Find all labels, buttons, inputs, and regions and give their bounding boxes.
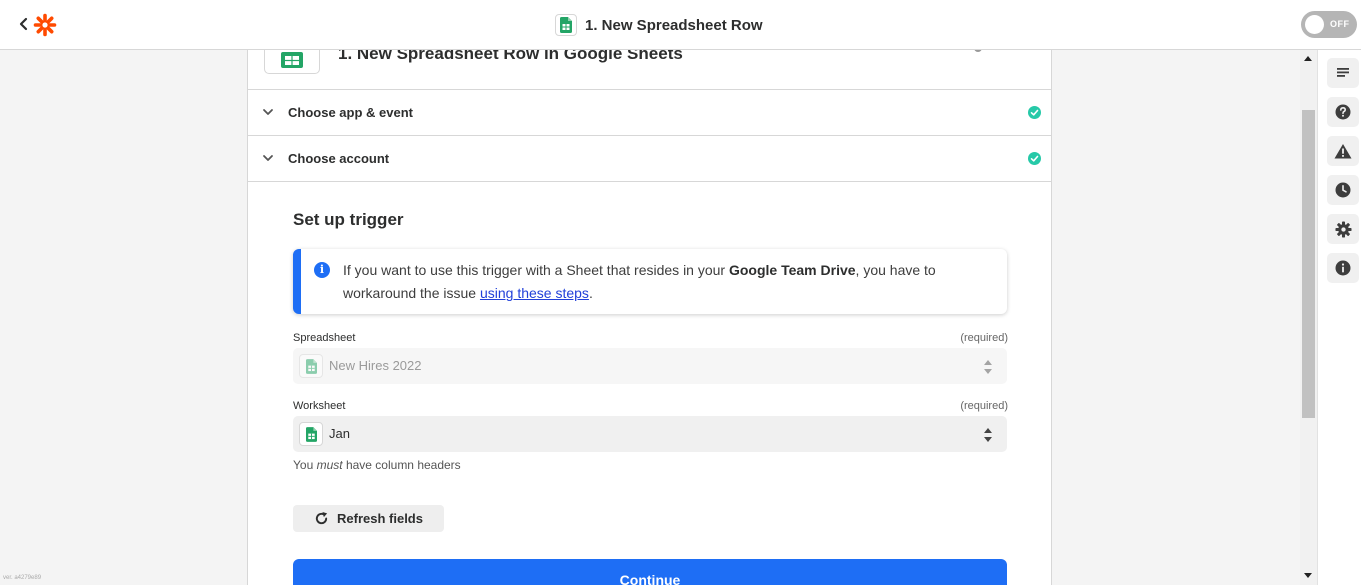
zap-title[interactable]: 1. New Spreadsheet Row (555, 13, 763, 37)
worksheet-label: Worksheet (293, 400, 346, 412)
spreadsheet-required: (required) (960, 332, 1008, 344)
refresh-fields-label: Refresh fields (337, 511, 423, 526)
google-sheets-app-icon (264, 50, 320, 74)
info-icon: i (314, 262, 330, 278)
google-sheets-icon (555, 14, 577, 36)
continue-button[interactable]: Continue (293, 559, 1007, 585)
section-choose-account[interactable]: Choose account (248, 136, 1051, 182)
alert-text-part: If you want to use this trigger with a S… (343, 262, 729, 278)
worksheet-select[interactable]: Jan (293, 416, 1007, 452)
notes-button[interactable] (1327, 58, 1359, 88)
hint-text-part: have column headers (342, 458, 461, 472)
right-tool-rail (1317, 50, 1361, 585)
setup-trigger-title: Set up trigger (293, 210, 404, 229)
history-button[interactable] (1327, 175, 1359, 205)
select-arrows-icon (984, 428, 992, 442)
section-label: Choose app & event (288, 105, 413, 120)
alert-text: If you want to use this trigger with a S… (343, 259, 1003, 305)
chevron-down-icon (263, 109, 273, 115)
hint-emphasis: must (316, 458, 343, 472)
zapier-logo-icon[interactable] (33, 13, 57, 37)
section-choose-app-event[interactable]: Choose app & event (248, 90, 1051, 136)
info-icon (1335, 260, 1351, 276)
toggle-label: OFF (1330, 19, 1350, 29)
help-button[interactable] (1327, 97, 1359, 127)
spreadsheet-label: Spreadsheet (293, 332, 356, 344)
settings-icon (1334, 220, 1352, 238)
history-icon (1335, 182, 1351, 198)
step-editor-card: 1. New Spreadsheet Row in Google Sheets … (247, 50, 1052, 585)
column-headers-hint: You must have column headers (293, 458, 461, 472)
warning-icon (1334, 144, 1352, 159)
settings-button[interactable] (1327, 214, 1359, 244)
scroll-down-arrow-icon[interactable] (1304, 573, 1312, 578)
section-label: Choose account (288, 151, 390, 166)
select-arrows-icon (984, 360, 992, 374)
help-icon (1335, 104, 1351, 120)
zap-title-text: 1. New Spreadsheet Row (585, 16, 763, 34)
scroll-up-arrow-icon[interactable] (1304, 56, 1312, 61)
team-drive-info-alert: i If you want to use this trigger with a… (293, 249, 1007, 314)
worksheet-required: (required) (960, 400, 1008, 412)
alert-bold-text: Google Team Drive (728, 262, 856, 278)
spreadsheet-select[interactable]: New Hires 2022 (293, 348, 1007, 384)
scrollbar-thumb[interactable] (1302, 110, 1315, 418)
top-bar: 1. New Spreadsheet Row OFF (0, 0, 1361, 50)
using-these-steps-link[interactable]: using these steps (480, 285, 589, 301)
step-title: 1. New Spreadsheet Row in Google Sheets (338, 50, 683, 63)
refresh-icon (315, 511, 328, 525)
google-sheets-icon (299, 422, 323, 446)
step-header: 1. New Spreadsheet Row in Google Sheets (248, 50, 1051, 90)
check-circle-icon (1028, 106, 1041, 119)
zap-on-off-toggle[interactable]: OFF (1301, 11, 1357, 38)
back-arrow-icon[interactable] (16, 14, 32, 34)
version-label: ver. a4279e89 (3, 575, 42, 581)
google-sheets-icon (299, 354, 323, 378)
page-scrollbar[interactable] (1300, 50, 1317, 585)
hint-text-part: You (293, 458, 317, 472)
details-button[interactable] (1327, 253, 1359, 283)
check-circle-icon (1028, 152, 1041, 165)
warnings-button[interactable] (1327, 136, 1359, 166)
spreadsheet-value: New Hires 2022 (329, 358, 422, 373)
notes-icon (1337, 68, 1349, 77)
toggle-knob (1305, 15, 1324, 34)
alert-text-part: . (588, 285, 593, 301)
worksheet-value: Jan (329, 426, 350, 441)
refresh-fields-button[interactable]: Refresh fields (293, 505, 444, 532)
chevron-down-icon (263, 155, 273, 161)
step-menu-icon[interactable] (974, 50, 982, 52)
